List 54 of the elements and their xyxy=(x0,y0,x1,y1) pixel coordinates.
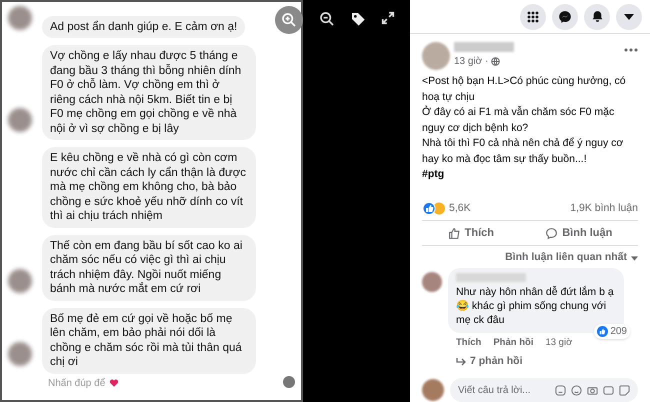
hint-text: Nhấn đúp để xyxy=(48,376,106,390)
post-text: Nhà tôi thì F0 cả nhà nên chả để ý nguy cơ hay ko mà đọc tâm sự thấy buồn...! xyxy=(422,136,624,166)
tag-icon[interactable] xyxy=(350,11,366,27)
message-bubble: Vợ chồng e lấy nhau được 5 tháng e đang bầu 3 tháng thì bỗng nhiên dính F0 ở chỗ làm. Vợ chồng em thì ở riêng cách nhà nội 5km. Biết tin e bị F0 mẹ chồng em gọi chồng e về nhà nội ở vì sợ chồng e bị lây xyxy=(42,45,256,140)
messenger-icon xyxy=(558,10,572,24)
account-menu-button[interactable] xyxy=(616,4,642,30)
message-bubble: Thế còn em đang bầu bí sốt cao ko ai chăm sóc nếu có việc gì thì ai chịu trách nhiệm đây. Ngồi nuốt miếng bánh mà nước mắt em cứ rơi xyxy=(42,234,256,300)
like-link[interactable]: Thích xyxy=(456,336,482,350)
reaction-count[interactable]: 5,6K xyxy=(449,200,471,216)
menu-grid-button[interactable] xyxy=(520,4,546,30)
comment-time: 13 giờ xyxy=(545,336,572,350)
like-button[interactable]: Thích xyxy=(448,225,494,242)
view-replies-link[interactable]: 7 phản hồi xyxy=(470,354,522,370)
notifications-button[interactable] xyxy=(584,4,610,30)
post-time: 13 giờ · xyxy=(454,55,488,69)
reply-field[interactable]: Viết câu trả lời... xyxy=(450,378,638,402)
post-text: Ở đây có ai F1 mà vẫn chăm sóc F0 mặc nguy cơ dịch bệnh ko? xyxy=(422,105,616,136)
reply-input[interactable]: Viết câu trả lời... xyxy=(458,382,550,398)
like-badge: 209 xyxy=(594,324,630,339)
comment-text: Như này hôn nhân dễ đứt lắm b ạ 😂 khác gì phim sống chung với mẹ ck đâu xyxy=(456,285,615,327)
zoom-in-icon xyxy=(281,12,297,28)
zoom-out-icon[interactable] xyxy=(318,11,334,27)
fullscreen-icon[interactable] xyxy=(380,11,394,25)
globe-icon xyxy=(491,57,500,66)
comment-button[interactable]: Bình luận xyxy=(545,225,612,242)
grid-icon xyxy=(527,10,539,22)
avatar-icon xyxy=(283,376,295,388)
blurred-name xyxy=(454,42,514,52)
messenger-button[interactable] xyxy=(552,4,578,30)
sticker-icon[interactable] xyxy=(619,384,630,396)
message-bubble: E kêu chồng e về nhà có gì còn cơm nước chỉ cần cách ly cẩn thận là được mà mẹ chồng em không cho, bà bảo chồng e sức khoẻ yếu nhỡ dính co vít thì ai chịu trách nhiệm xyxy=(42,147,256,228)
speech-bubble-icon xyxy=(545,226,558,240)
comment-count[interactable]: 1,9K bình luận xyxy=(570,200,638,216)
caret-icon[interactable] xyxy=(631,256,638,261)
avatar-icon xyxy=(422,42,450,70)
reply-arrow-icon xyxy=(456,358,466,366)
blurred-name xyxy=(456,273,526,282)
reply-link[interactable]: Phản hồi xyxy=(493,336,534,350)
heart-icon xyxy=(109,378,120,388)
hashtag-link[interactable]: #ptg xyxy=(422,167,638,182)
reaction-icons xyxy=(422,202,446,215)
sort-dropdown[interactable]: Bình luận liên quan nhất xyxy=(505,250,627,266)
post-text: <Post hộ bạn H.L>Có phúc cùng hưởng, có hoạ tự chịu xyxy=(422,74,627,104)
avatar-icon xyxy=(422,272,442,292)
more-icon[interactable] xyxy=(624,48,638,52)
caret-icon xyxy=(624,12,634,20)
camera-icon[interactable] xyxy=(587,384,598,396)
message-bubble: Bố mẹ đẻ em cứ gọi về hoặc bố mẹ lên chăm, em bảo phải nói dối là chồng e chăm sóc rồi mà tủi thân quá chị ơi xyxy=(42,308,256,374)
avatar-icon xyxy=(422,379,444,401)
message-bubble: Ad post ẩn danh giúp e. E cảm ơn ạ! xyxy=(42,16,246,38)
zoom-in-button[interactable] xyxy=(275,6,303,34)
emoji-icon[interactable] xyxy=(571,384,582,396)
bell-icon xyxy=(590,10,604,23)
thumbs-up-icon xyxy=(448,226,461,240)
